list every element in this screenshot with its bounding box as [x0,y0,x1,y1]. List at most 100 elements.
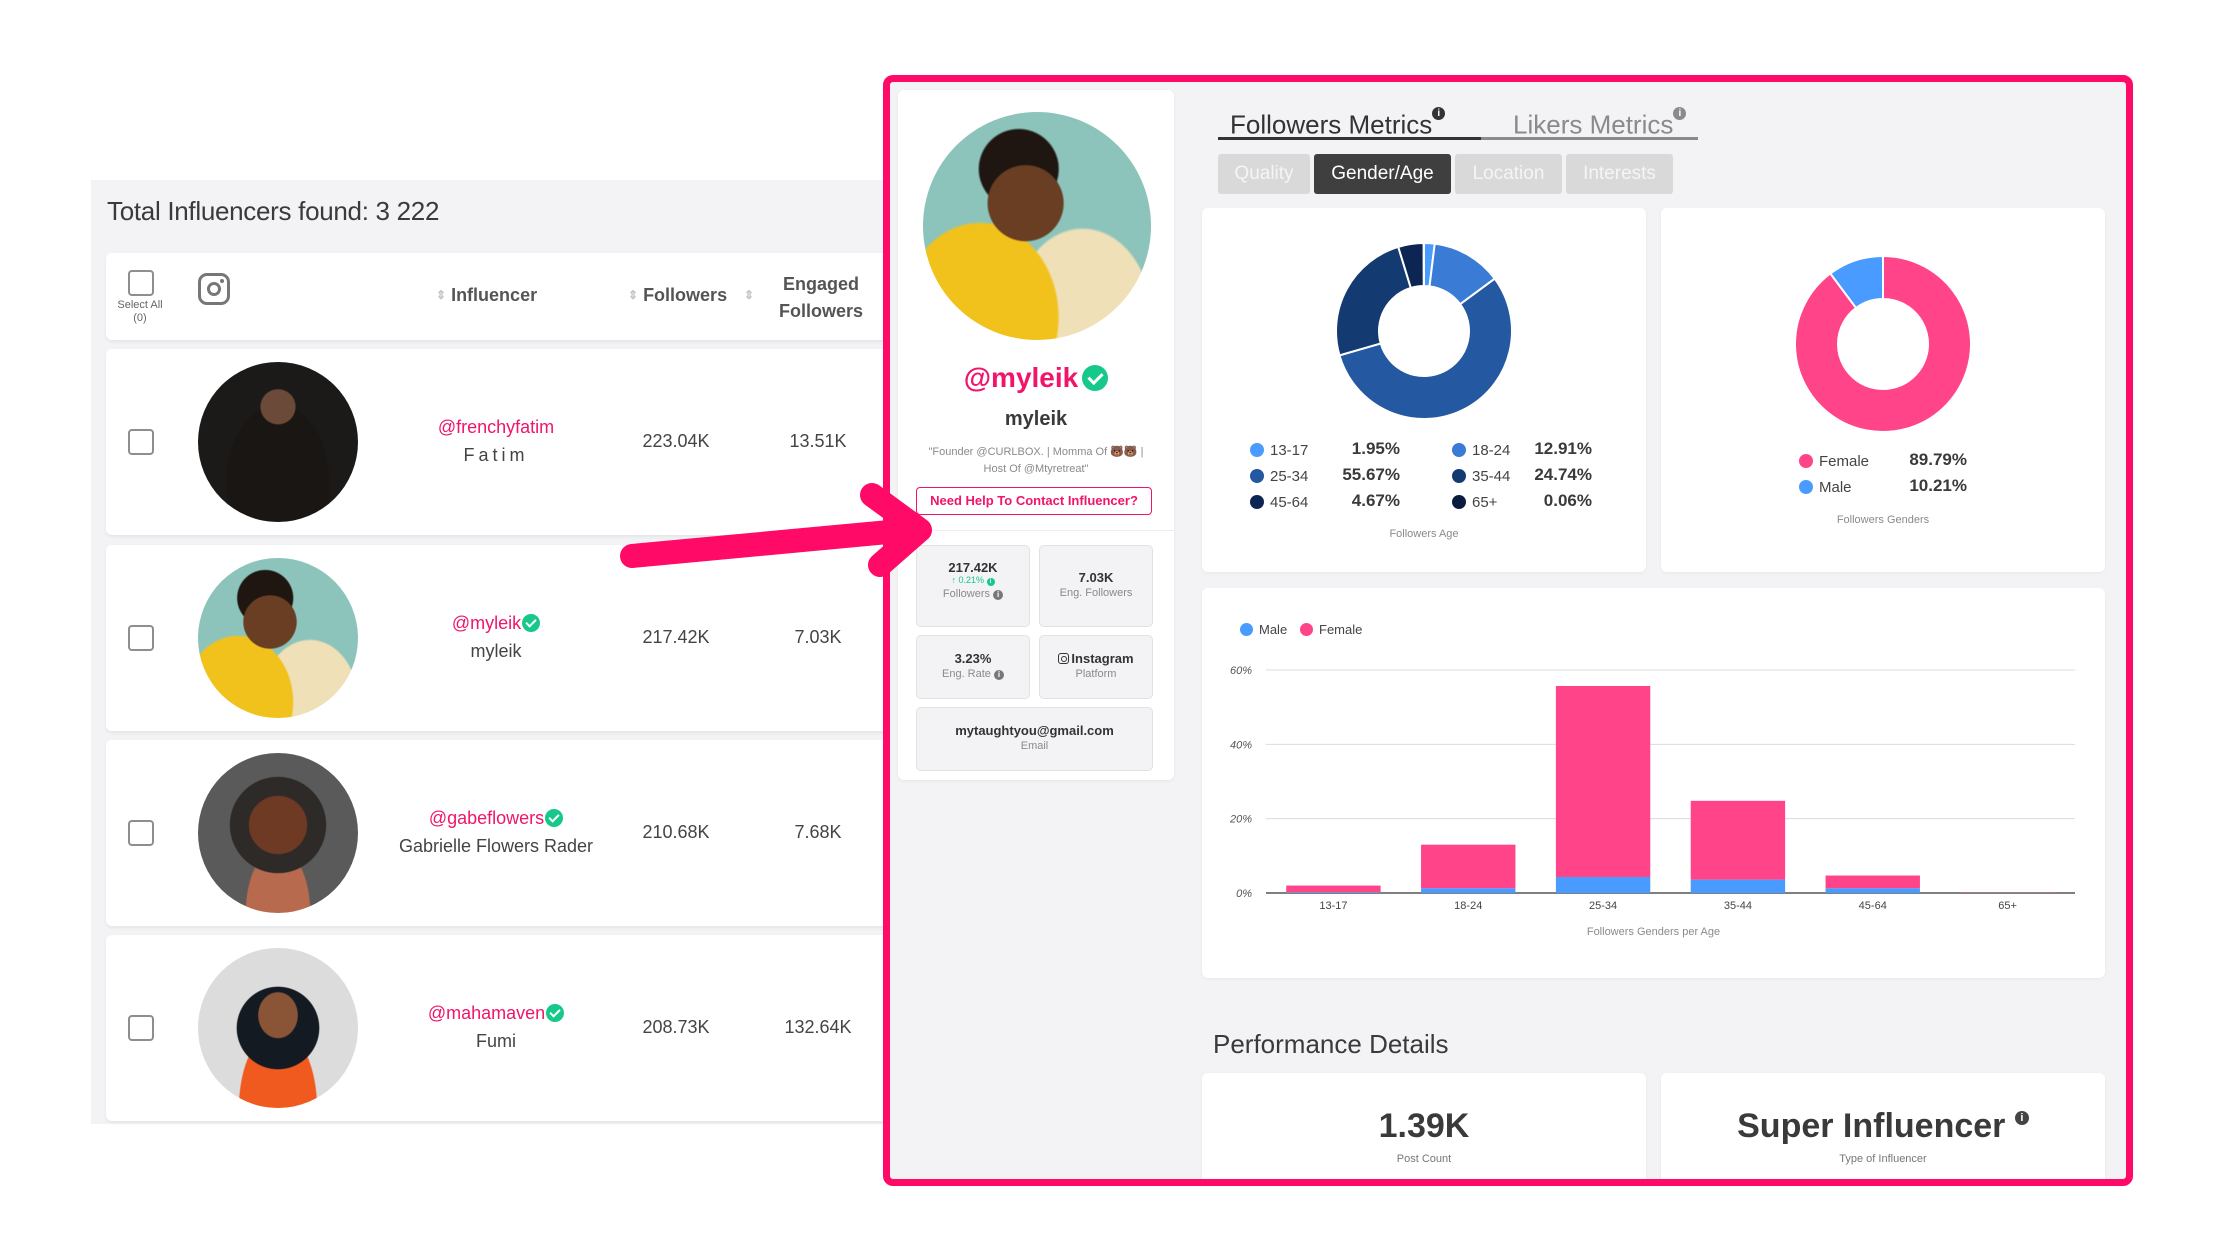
handle-text: @gabeflowers [428,808,545,828]
avatar[interactable] [198,948,358,1108]
verified-badge-icon [522,614,541,632]
column-influencer[interactable]: ⇕ Influencer [436,285,537,306]
bar-female[interactable] [1421,844,1516,889]
chart-caption: Followers Genders per Age [1586,926,1721,938]
legend-value: 1.95% [1351,439,1400,458]
stat-followers: 217.42K ↑ 0.21% i Followers i [916,545,1030,627]
x-tick-label: 13-17 [1319,900,1347,912]
chart-caption: Followers Age [1389,528,1459,540]
avatar[interactable] [198,753,358,913]
bar-male[interactable] [1825,888,1920,893]
table-row[interactable]: @gabeflowers Gabrielle Flowers Rader 210… [106,740,926,926]
legend-label: Female [1819,453,1870,470]
subtab-location[interactable]: Location [1455,154,1562,194]
verified-badge-icon [1082,365,1109,391]
stat-eng-followers: 7.03K Eng. Followers [1039,545,1153,627]
info-icon[interactable]: i [993,670,1004,680]
subtab-gender-age[interactable]: Gender/Age [1314,154,1451,194]
followers-value: 223.04K [642,431,710,451]
bar-female[interactable] [1690,800,1786,880]
legend-dot [1452,469,1466,483]
bio-line-1: "Founder @CURLBOX. | Momma Of 🐻🐻 | [928,446,1144,458]
tab-likers-metrics[interactable]: Likers Metrics i [1513,104,1687,141]
x-tick-label: 45-64 [1859,900,1887,912]
sort-icon: ⇕ [436,288,447,302]
legend-dot [1799,480,1813,494]
table-row[interactable]: @frenchyfatim Fatim 223.04K 13.51K [106,349,926,535]
eng-rate-value: 3.23% [954,651,992,666]
profile-card: @myleik myleik "Founder @CURLBOX. | Momm… [898,90,1174,780]
legend-dot [1799,454,1813,468]
legend-item: 35-44 [1452,468,1510,485]
column-engaged-line2: Followers [778,301,863,321]
column-engaged-followers-sort[interactable]: ⇕ [744,285,759,306]
divider [898,530,1174,531]
legend-dot [1452,495,1466,509]
row-checkbox[interactable] [128,429,154,455]
info-icon[interactable]: i [986,578,995,586]
legend-dot [1250,495,1264,509]
influencer-name: Gabrielle Flowers Rader [398,836,594,856]
email-value[interactable]: mytaughtyou@gmail.com [917,723,1152,738]
followers-growth: ↑ 0.21% i [917,575,1029,586]
metrics-tabs: Followers Metrics i Likers Metrics i [1218,100,1698,140]
avatar[interactable] [198,362,358,522]
influencer-handle[interactable]: @gabeflowers [346,808,646,829]
info-icon[interactable]: i [1673,107,1687,120]
avatar[interactable] [198,558,358,718]
followers-value: 208.73K [642,1017,710,1037]
bar-male[interactable] [1286,892,1381,893]
column-engaged-followers[interactable]: Engaged Followers [776,271,866,325]
handle-text: @frenchyfatim [437,417,555,437]
eng-followers-label: Eng. Followers [1059,587,1133,599]
platform-label: Platform [1075,668,1117,680]
followers-label: Followers [942,588,990,600]
legend-label: 35-44 [1472,468,1511,485]
info-icon[interactable]: i [2014,1111,2029,1125]
profile-handle-text: @myleik [963,362,1079,393]
subtab-quality[interactable]: Quality [1218,154,1310,194]
legend-value: 12.91% [1534,439,1592,458]
influencer-handle[interactable]: @myleik [346,613,646,634]
legend-item: Female [1799,453,1869,470]
handle-text: @mahamaven [427,1003,546,1023]
row-checkbox[interactable] [128,625,154,651]
legend-item: 18-24 [1452,442,1510,459]
row-checkbox[interactable] [128,1015,154,1041]
info-icon[interactable]: i [993,590,1004,600]
table-row[interactable]: @mahamaven Fumi 208.73K 132.64K [106,935,926,1121]
row-checkbox[interactable] [128,820,154,846]
bar-female[interactable] [1555,685,1651,878]
select-all-checkbox[interactable] [128,270,154,296]
influencer-handle[interactable]: @frenchyfatim [346,417,646,438]
profile-handle[interactable]: @myleik [898,362,1174,394]
active-tab-indicator [1218,137,1481,140]
bar-male[interactable] [1421,888,1516,893]
x-tick-label: 18-24 [1454,900,1482,912]
platform-value: Instagram [1071,651,1134,666]
list-header: Select All (0) ⇕ Influencer ⇕ Followers ⇕ … [106,253,926,340]
legend-dot [1250,443,1264,457]
age-slice[interactable] [1335,245,1413,357]
legend-item: 45-64 [1250,494,1308,511]
influencer-handle[interactable]: @mahamaven [346,1003,646,1024]
sort-icon: ⇕ [744,288,755,302]
column-followers[interactable]: ⇕ Followers [628,285,727,306]
gender-donut-chart [1794,254,1972,433]
subtab-interests[interactable]: Interests [1566,154,1673,194]
verified-badge-icon [546,1004,565,1022]
instagram-icon[interactable] [198,273,230,305]
legend-label: 25-34 [1270,468,1309,485]
bar-female[interactable] [1286,885,1381,893]
bar-female[interactable] [1825,875,1920,889]
bar-male[interactable] [1690,879,1786,893]
legend-label: 13-17 [1270,442,1309,459]
table-row[interactable]: @myleik myleik 217.42K 7.03K [106,545,926,731]
followers-value: 217.42K [642,627,710,647]
bar-male[interactable] [1555,877,1651,893]
legend-value: 89.79% [1909,450,1967,469]
tab-followers-metrics[interactable]: Followers Metrics i [1230,104,1446,141]
contact-influencer-button[interactable]: Need Help To Contact Influencer? [916,487,1152,515]
info-icon[interactable]: i [1432,107,1446,120]
total-influencers-title: Total Influencers found: 3 222 [107,196,440,226]
